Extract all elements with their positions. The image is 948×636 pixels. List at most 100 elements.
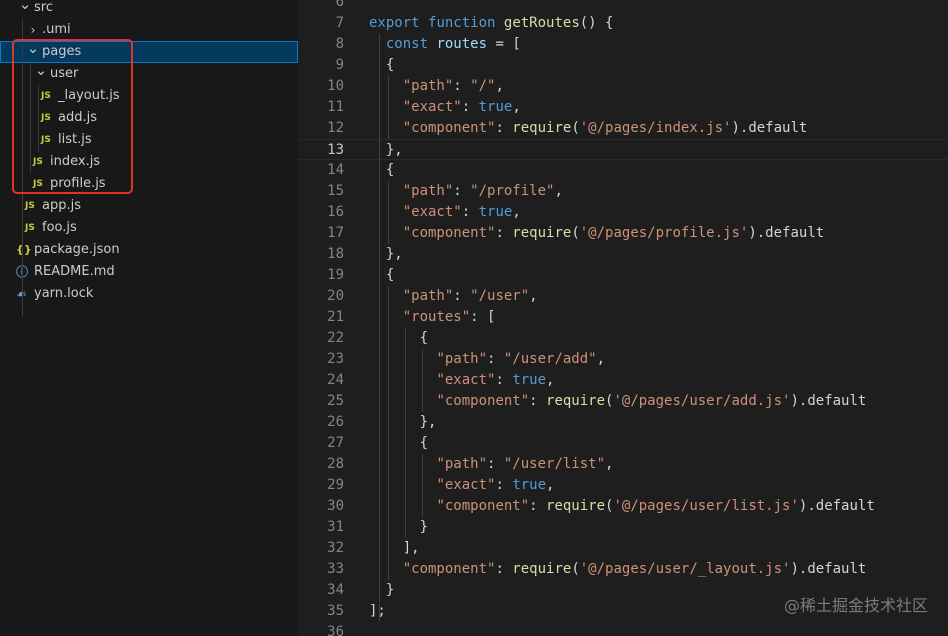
- code-line[interactable]: 18 },: [298, 244, 948, 265]
- code-line[interactable]: 11 "exact": true,: [298, 97, 948, 118]
- code-line[interactable]: 16 "exact": true,: [298, 202, 948, 223]
- tree-item-app-js[interactable]: JS app.js: [0, 195, 298, 217]
- code-text: "path": "/profile",: [369, 181, 563, 202]
- code-text: export function getRoutes() {: [369, 13, 613, 34]
- code-token: ,: [495, 78, 504, 94]
- indent-guide: [421, 349, 423, 412]
- code-line[interactable]: 8 const routes = [: [298, 34, 948, 55]
- code-token: "component": [436, 393, 530, 409]
- tree-item-src[interactable]: ⌄ src: [0, 0, 298, 19]
- indent-guide: [22, 19, 23, 316]
- code-line[interactable]: 27 {: [298, 433, 948, 454]
- line-number: 8: [335, 36, 344, 52]
- tree-item-label: profile.js: [50, 176, 106, 191]
- code-token: "path": [402, 183, 454, 199]
- code-text: const routes = [: [369, 34, 521, 55]
- code-line[interactable]: 32 ],: [298, 538, 948, 559]
- indent-guide: [38, 85, 39, 151]
- code-line[interactable]: 22 {: [298, 328, 948, 349]
- code-line[interactable]: 17 "component": require('@/pages/profile…: [298, 223, 948, 244]
- code-token: :: [453, 288, 471, 304]
- code-line[interactable]: 33 "component": require('@/pages/user/_l…: [298, 559, 948, 580]
- code-line[interactable]: 21 "routes": [: [298, 307, 948, 328]
- indent-guide: [30, 63, 31, 173]
- code-token: {: [369, 162, 395, 178]
- code-line[interactable]: 12 "component": require('@/pages/index.j…: [298, 118, 948, 139]
- code-editor[interactable]: 6 7 export function getRoutes() {8 const r…: [298, 0, 948, 636]
- code-line[interactable]: 15 "path": "/profile",: [298, 181, 948, 202]
- code-token: {: [369, 435, 429, 451]
- code-text: "exact": true,: [369, 475, 554, 496]
- tree-item-label: app.js: [42, 198, 81, 213]
- code-token: ,: [512, 204, 521, 220]
- code-line[interactable]: 13 },: [298, 139, 948, 160]
- code-token: "path": [436, 351, 488, 367]
- code-text: "exact": true,: [369, 202, 521, 223]
- code-line[interactable]: 7 export function getRoutes() {: [298, 13, 948, 34]
- code-line[interactable]: 24 "exact": true,: [298, 370, 948, 391]
- code-text: "path": "/user",: [369, 286, 538, 307]
- tree-item-umi[interactable]: › .umi: [0, 19, 298, 41]
- tree-item-package-json[interactable]: {} package.json: [0, 239, 298, 261]
- line-number: 21: [327, 309, 344, 325]
- code-line[interactable]: 29 "exact": true,: [298, 475, 948, 496]
- line-number: 9: [335, 57, 344, 73]
- tree-item-user[interactable]: ⌄ user: [0, 63, 298, 85]
- indent-guide: [387, 181, 389, 244]
- code-line[interactable]: 26 },: [298, 412, 948, 433]
- code-line[interactable]: 25 "component": require('@/pages/user/ad…: [298, 391, 948, 412]
- code-line[interactable]: 36: [298, 622, 948, 636]
- code-token: :: [495, 477, 513, 493]
- line-number: 17: [327, 225, 344, 241]
- code-token: getRoutes: [503, 15, 580, 31]
- code-line[interactable]: 23 "path": "/user/add",: [298, 349, 948, 370]
- line-number: 32: [327, 540, 344, 556]
- tree-item-yarn-lock[interactable]: ☙yarn.lock: [0, 283, 298, 305]
- tree-item-label: yarn.lock: [34, 286, 94, 301]
- js-file-icon: JS: [33, 179, 43, 189]
- line-number: 23: [327, 351, 344, 367]
- code-text: "component": require('@/pages/user/list.…: [369, 496, 874, 517]
- code-line[interactable]: 31 }: [298, 517, 948, 538]
- tree-item-index-js[interactable]: JS index.js: [0, 151, 298, 173]
- tree-item-profile-js[interactable]: JS profile.js: [0, 173, 298, 195]
- tree-item-foo-js[interactable]: JS foo.js: [0, 217, 298, 239]
- code-token: ).default: [790, 561, 867, 577]
- code-token: :: [495, 120, 513, 136]
- tree-item-readme-md[interactable]: ⓘREADME.md: [0, 261, 298, 283]
- tree-item-pages[interactable]: ⌄ pages: [0, 41, 298, 63]
- code-line[interactable]: 6: [298, 0, 948, 13]
- code-token: ],: [369, 540, 420, 556]
- code-token: (: [571, 561, 580, 577]
- line-number: 11: [327, 99, 344, 115]
- code-token: '@/pages/user/add.js': [613, 393, 791, 409]
- code-token: :: [487, 351, 504, 367]
- code-line[interactable]: 30 "component": require('@/pages/user/li…: [298, 496, 948, 517]
- code-token: }: [369, 582, 395, 598]
- code-line[interactable]: 14 {: [298, 160, 948, 181]
- code-token: true: [512, 477, 547, 493]
- code-token: "component": [436, 498, 530, 514]
- code-line[interactable]: 28 "path": "/user/list",: [298, 454, 948, 475]
- code-line[interactable]: 20 "path": "/user",: [298, 286, 948, 307]
- code-token: "component": [402, 120, 496, 136]
- code-line[interactable]: 19 {: [298, 265, 948, 286]
- indent-guide: [379, 34, 381, 622]
- code-line[interactable]: 9 {: [298, 55, 948, 76]
- code-token: function: [428, 15, 496, 31]
- line-number: 22: [327, 330, 344, 346]
- code-token: {: [369, 330, 429, 346]
- code-token: "exact": [436, 477, 496, 493]
- tree-item-layout-js[interactable]: JS _layout.js: [0, 85, 298, 107]
- tree-item-add-js[interactable]: JS add.js: [0, 107, 298, 129]
- tree-item-list-js[interactable]: JS list.js: [0, 129, 298, 151]
- code-token: :: [453, 183, 471, 199]
- code-line[interactable]: 10 "path": "/",: [298, 76, 948, 97]
- code-token: "/user/add": [503, 351, 597, 367]
